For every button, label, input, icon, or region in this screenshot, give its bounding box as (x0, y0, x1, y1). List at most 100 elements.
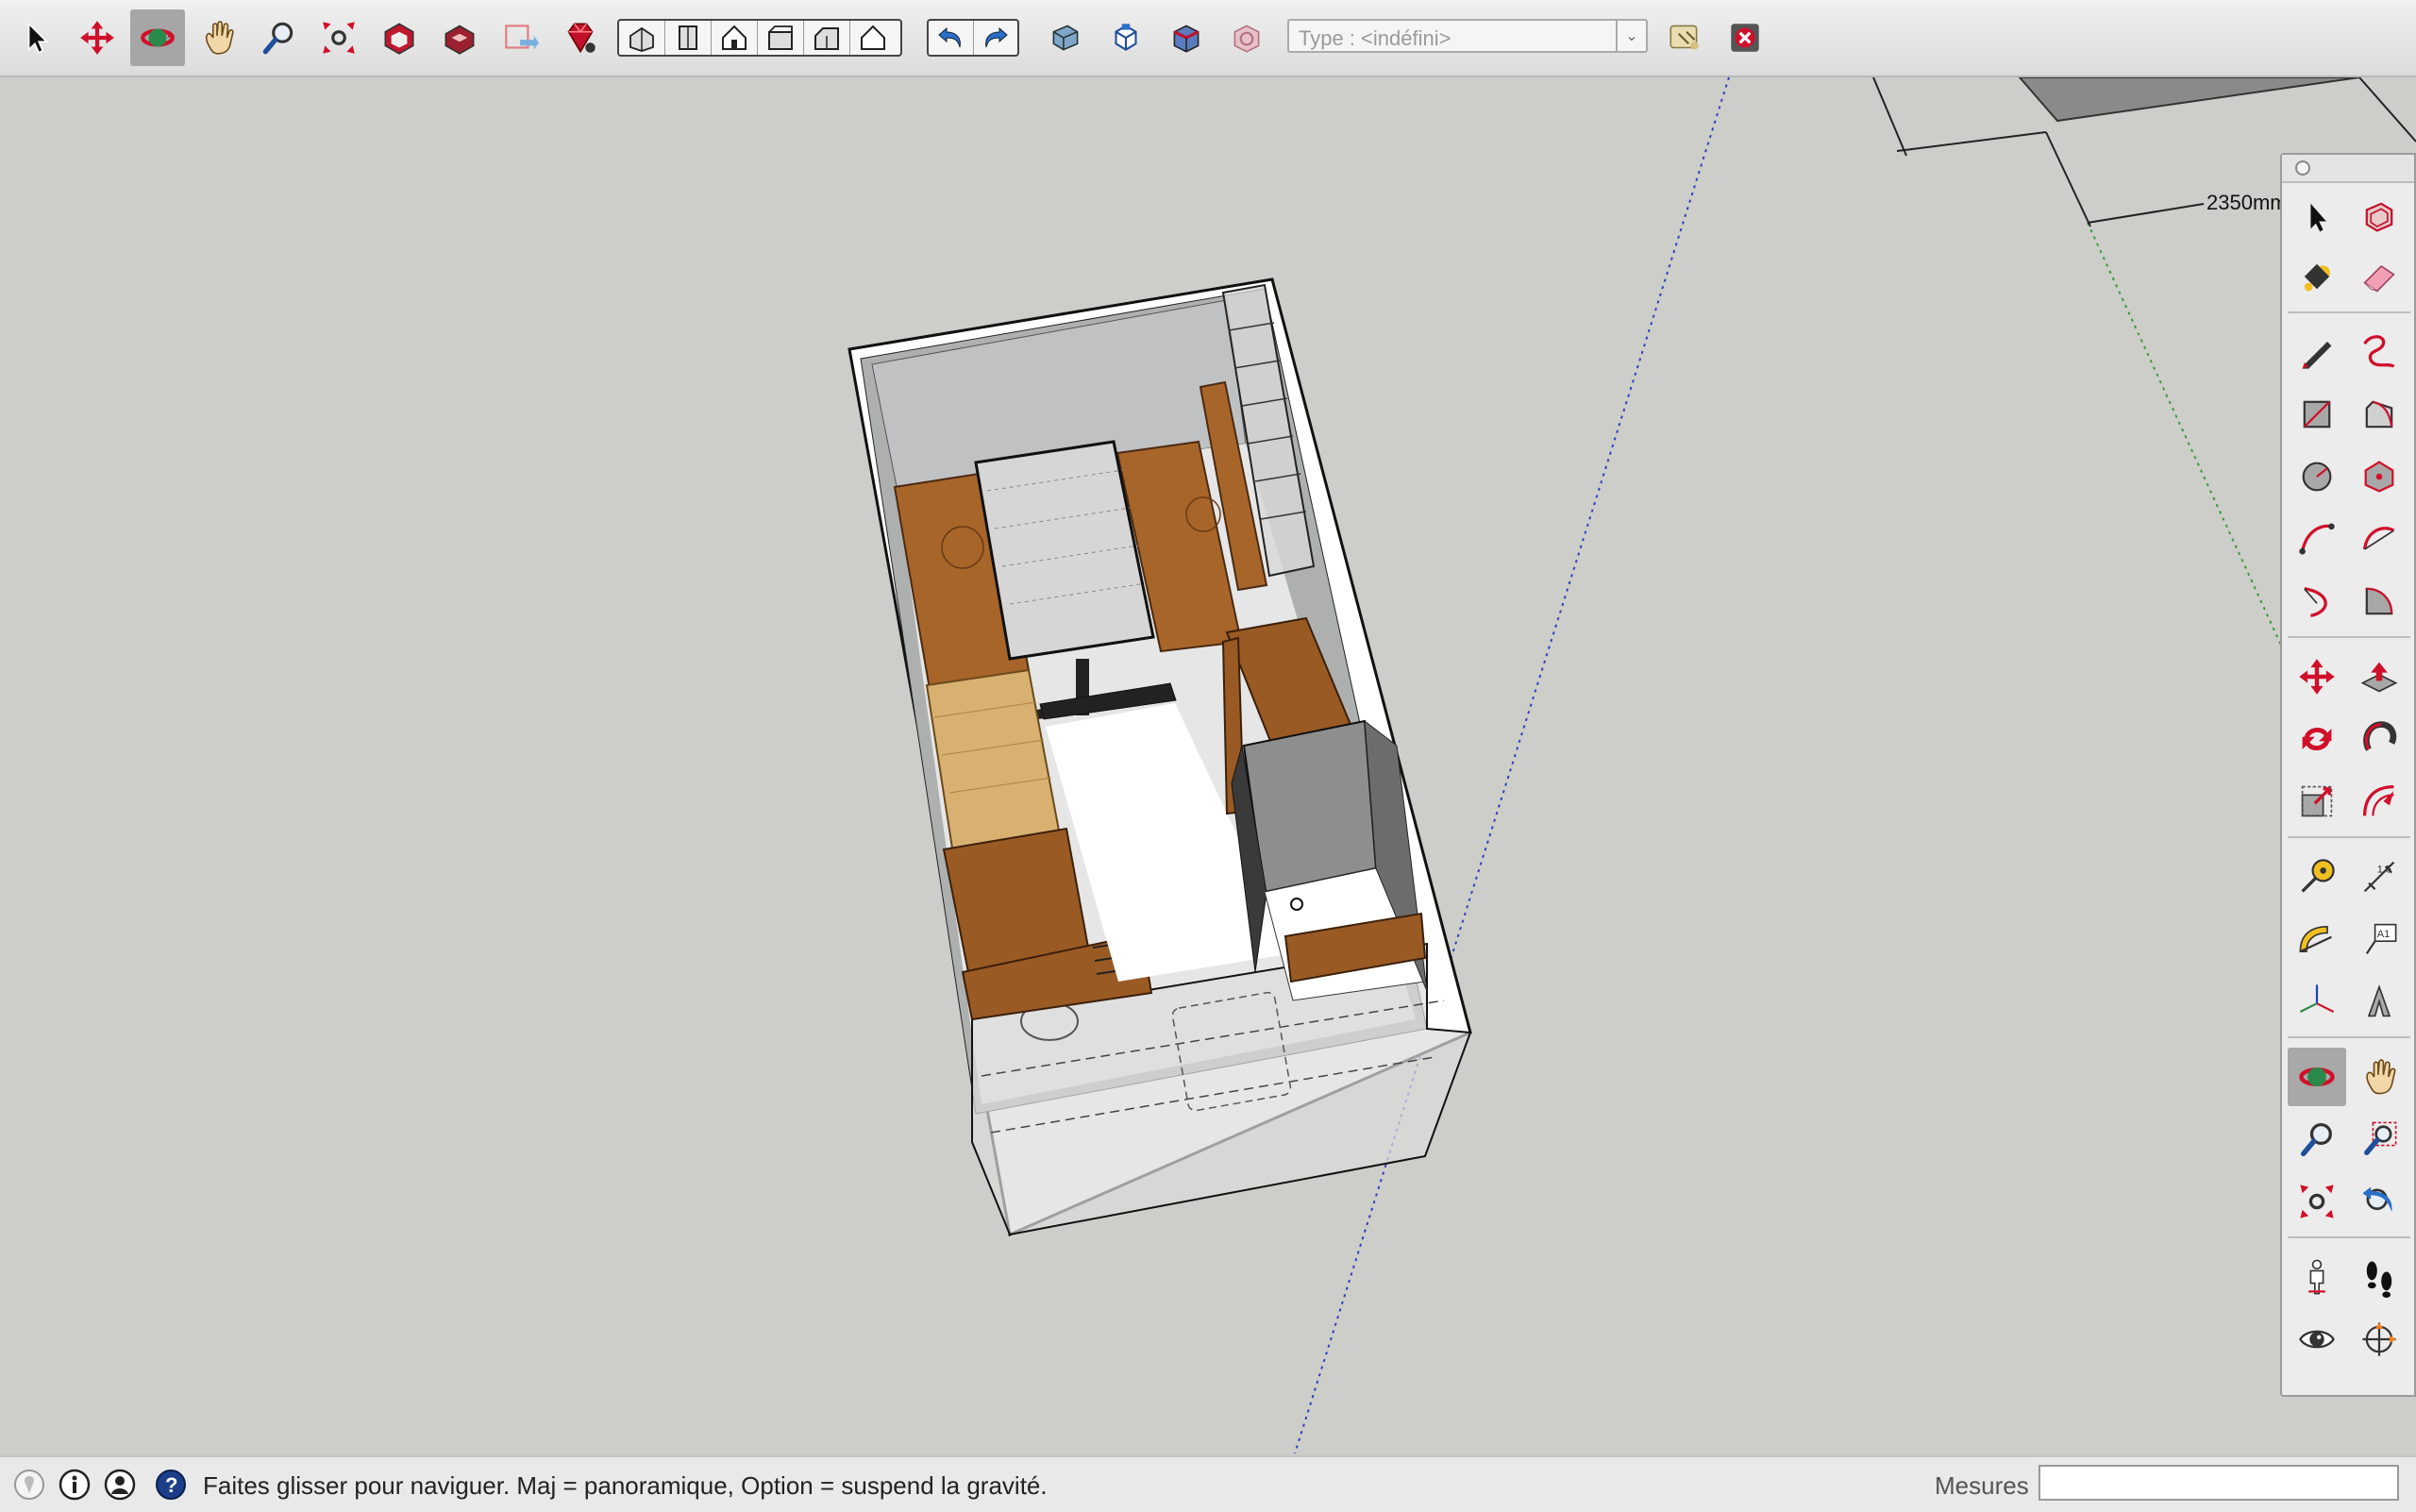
move-tool-button[interactable] (70, 9, 125, 66)
container-model[interactable] (847, 277, 1472, 1237)
arrow-cursor-icon (27, 22, 49, 54)
palette-separator (2288, 1236, 2410, 1238)
palette-zoom-button[interactable] (2288, 1110, 2346, 1168)
palette-titlebar[interactable] (2282, 155, 2414, 183)
share-component-button[interactable] (493, 9, 547, 66)
dimension-label: 2350mm (2206, 191, 2288, 214)
front-view-button[interactable] (712, 21, 758, 55)
location-pin-icon (14, 1470, 44, 1500)
palette-line-button[interactable] (2288, 323, 2346, 381)
rectangle-icon (2303, 400, 2331, 428)
palette-rotate-button[interactable] (2288, 710, 2346, 768)
palette-position-camera-button[interactable] (2288, 1248, 2346, 1306)
person-icon (2308, 1259, 2325, 1295)
rotated-rectangle-icon (2365, 400, 2393, 428)
ruby-gem-icon (567, 23, 596, 54)
paint-bucket-icon (2304, 263, 2330, 292)
components-button[interactable] (1099, 9, 1153, 66)
warehouse-get-models-button[interactable] (372, 9, 427, 66)
back-view-button[interactable] (804, 21, 850, 55)
palette-pan-button[interactable] (2350, 1048, 2408, 1106)
palette-rotated-rectangle-button[interactable] (2350, 385, 2408, 444)
two-point-arc-icon (2362, 527, 2395, 550)
undo-button[interactable] (929, 21, 974, 55)
palette-push-pull-button[interactable] (2350, 647, 2408, 706)
palette-follow-me-button[interactable] (2350, 710, 2408, 768)
palette-zoom-extents-button[interactable] (2288, 1172, 2346, 1231)
palette-eraser-button[interactable] (2350, 247, 2408, 306)
palette-text-button[interactable]: A1 (2350, 910, 2408, 968)
palette-orbit-button[interactable] (2288, 1048, 2346, 1106)
history-group (927, 19, 1019, 57)
pie-icon (2365, 587, 2393, 615)
palette-offset-button[interactable] (2350, 772, 2408, 831)
palette-look-around-button[interactable] (2288, 1310, 2346, 1369)
styles-button[interactable] (1219, 9, 1274, 66)
share-model-icon (445, 25, 475, 55)
share-model-button[interactable] (432, 9, 487, 66)
palette-protractor-button[interactable] (2288, 910, 2346, 968)
redo-button[interactable] (974, 21, 1018, 55)
three-point-arc-icon (2304, 587, 2327, 618)
standard-views-group (617, 19, 902, 57)
axes-icon (2299, 984, 2335, 1013)
box-view-icon (1052, 25, 1079, 51)
warehouse-icon (384, 23, 414, 55)
palette-pie-button[interactable] (2350, 572, 2408, 630)
measures-input[interactable] (2038, 1465, 2399, 1501)
iso-view-button[interactable] (619, 21, 665, 55)
section-plane-button[interactable] (1038, 9, 1093, 66)
palette-close-dot[interactable] (2295, 160, 2310, 176)
palette-two-point-arc-button[interactable] (2350, 510, 2408, 568)
palette-arc-button[interactable] (2288, 510, 2346, 568)
extension-warehouse-button[interactable] (553, 9, 608, 66)
type-select[interactable]: Type : <indéfini> ⌄ (1287, 19, 1648, 53)
zoom-extents-button[interactable] (311, 9, 366, 66)
instructor-button[interactable]: ? (155, 1469, 187, 1501)
make-component-icon (2365, 202, 2393, 232)
palette-previous-view-button[interactable] (2350, 1172, 2408, 1231)
classifier-button[interactable] (1657, 9, 1712, 66)
account-button[interactable] (104, 1469, 136, 1501)
left-view-button[interactable] (850, 21, 896, 55)
palette-freehand-button[interactable] (2350, 323, 2408, 381)
pan-tool-button[interactable] (191, 9, 245, 66)
orbit-tool-button[interactable] (130, 9, 185, 66)
left-house-icon (861, 25, 885, 50)
move-arrows-icon (80, 21, 114, 55)
top-view-button[interactable] (665, 21, 712, 55)
palette-dimension-button[interactable]: 1.5 (2350, 848, 2408, 906)
credits-button[interactable] (59, 1469, 91, 1501)
move-arrows-icon (2299, 659, 2335, 695)
zoom-tool-button[interactable] (251, 9, 306, 66)
palette-separator (2288, 636, 2410, 638)
palette-rectangle-button[interactable] (2288, 385, 2346, 444)
eye-icon (2299, 1330, 2335, 1349)
model-viewport[interactable]: 2350mm (0, 76, 2416, 1454)
palette-zoom-window-button[interactable] (2350, 1110, 2408, 1168)
tool-palette: 1.5 A1 (2280, 153, 2416, 1397)
unclassify-button[interactable] (1718, 9, 1772, 66)
palette-component-button[interactable] (2350, 187, 2408, 245)
palette-paint-bucket-button[interactable] (2288, 247, 2346, 306)
chevron-down-icon[interactable]: ⌄ (1616, 21, 1646, 51)
offset-icon (2362, 784, 2394, 816)
circle-icon (2302, 462, 2332, 492)
geo-location-button[interactable] (13, 1469, 45, 1501)
palette-scale-button[interactable] (2288, 772, 2346, 831)
right-view-button[interactable] (758, 21, 804, 55)
palette-move-button[interactable] (2288, 647, 2346, 706)
palette-polygon-button[interactable] (2350, 447, 2408, 506)
palette-walk-button[interactable] (2350, 1248, 2408, 1306)
select-tool-button[interactable] (9, 9, 64, 66)
palette-tape-measure-button[interactable] (2288, 848, 2346, 906)
palette-axes-button[interactable] (2288, 972, 2346, 1031)
palette-circle-button[interactable] (2288, 447, 2346, 506)
zoom-extents-icon (2300, 1184, 2334, 1218)
palette-select-button[interactable] (2288, 187, 2346, 245)
palette-three-point-arc-button[interactable] (2288, 572, 2346, 630)
palette-3d-text-button[interactable] (2350, 972, 2408, 1031)
palette-section-plane-button[interactable] (2350, 1310, 2408, 1369)
materials-button[interactable] (1159, 9, 1214, 66)
arc-icon (2299, 523, 2335, 555)
